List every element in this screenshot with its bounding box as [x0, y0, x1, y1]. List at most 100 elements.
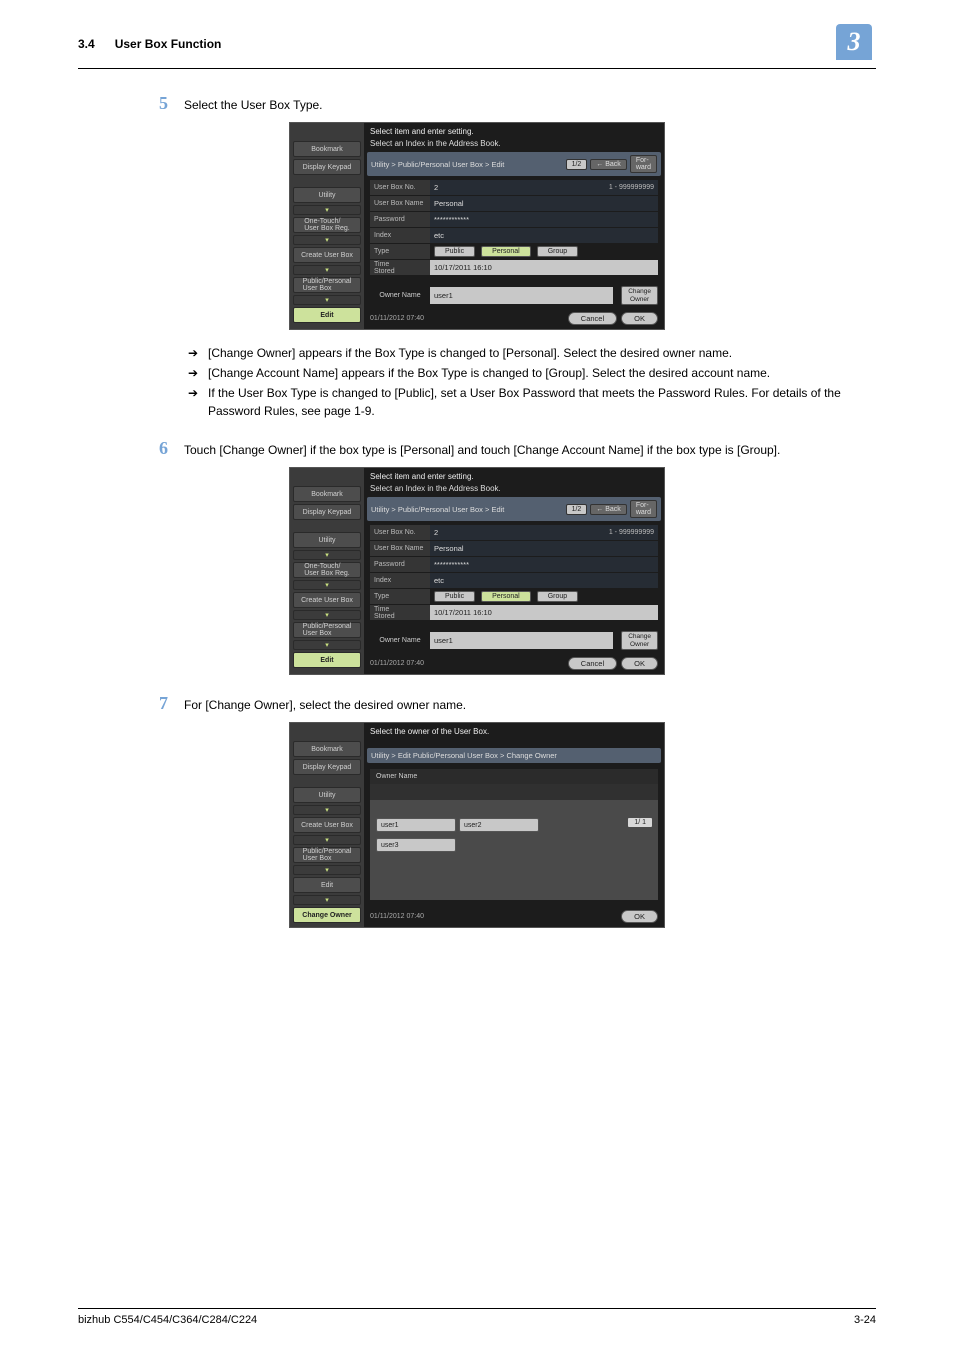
arrow-down-icon: ▾	[293, 550, 361, 560]
cancel-button[interactable]: Cancel	[568, 312, 617, 325]
value-index[interactable]: etc	[430, 228, 658, 243]
arrow-right-icon: ➔	[186, 344, 200, 362]
device-panel-edit-2: Bookmark Display Keypad Utility ▾ One-To…	[289, 467, 665, 675]
value-user-box-no[interactable]: 2 1 - 999999999	[430, 180, 658, 195]
step-text: Touch [Change Owner] if the box type is …	[184, 438, 780, 459]
sidebar-item-create-userbox[interactable]: Create User Box	[293, 592, 361, 608]
sidebar-item-display-keypad[interactable]: Display Keypad	[293, 159, 361, 175]
ok-button[interactable]: OK	[621, 910, 658, 923]
device-panel-edit-1: Bookmark Display Keypad Utility ▾ One-To…	[289, 122, 665, 330]
header-rule	[78, 68, 876, 69]
bullet-item: ➔ [Change Owner] appears if the Box Type…	[186, 344, 876, 362]
step-7: 7 For [Change Owner], select the desired…	[78, 693, 876, 928]
user-button-user3[interactable]: user3	[376, 838, 456, 852]
value-user-box-name[interactable]: Personal	[430, 541, 658, 556]
step-6: 6 Touch [Change Owner] if the box type i…	[78, 438, 876, 675]
panel-sidebar: Bookmark Display Keypad Utility ▾ Create…	[290, 723, 364, 927]
sidebar-item-onetouch[interactable]: One-Touch/ User Box Reg.	[293, 562, 361, 578]
sidebar-item-display-keypad[interactable]: Display Keypad	[293, 504, 361, 520]
forward-button[interactable]: For- ward	[630, 155, 657, 173]
sidebar-item-public-personal[interactable]: Public/Personal User Box	[293, 622, 361, 638]
value-user-box-no[interactable]: 2 1 - 999999999	[430, 525, 658, 540]
user-box-no-value: 2	[434, 528, 438, 537]
user-button-user1[interactable]: user1	[376, 818, 456, 832]
label-index: Index	[370, 228, 430, 243]
sidebar-item-bookmark[interactable]: Bookmark	[293, 141, 361, 157]
sidebar-item-display-keypad[interactable]: Display Keypad	[293, 759, 361, 775]
label-type: Type	[370, 589, 430, 604]
user-page-indicator: 1/ 1	[628, 818, 652, 827]
type-personal-button[interactable]: Personal	[481, 246, 531, 257]
type-group-button[interactable]: Group	[537, 246, 578, 257]
change-owner-button[interactable]: Change Owner	[621, 631, 658, 649]
chapter-number: 3	[836, 24, 872, 60]
arrow-down-icon: ▾	[293, 805, 361, 815]
label-time-stored: Time Stored	[370, 260, 430, 275]
forward-button[interactable]: For- ward	[630, 500, 657, 518]
sidebar-item-create-userbox[interactable]: Create User Box	[293, 817, 361, 833]
row-user-box-name: User Box Name Personal	[370, 541, 658, 556]
row-time-stored: Time Stored 10/17/2011 16:10	[370, 605, 658, 620]
ok-button[interactable]: OK	[621, 312, 658, 325]
row-type: Type Public Personal Group	[370, 244, 658, 259]
cancel-button[interactable]: Cancel	[568, 657, 617, 670]
page-indicator: 1/2	[566, 159, 588, 170]
step5-bullets: ➔ [Change Owner] appears if the Box Type…	[186, 344, 876, 420]
sidebar-item-edit[interactable]: Edit	[293, 307, 361, 323]
arrow-right-icon: ➔	[186, 364, 200, 382]
owner-name-label: Owner Name	[370, 769, 658, 784]
sidebar-item-public-personal[interactable]: Public/Personal User Box	[293, 277, 361, 293]
row-password: Password ************	[370, 557, 658, 572]
ok-button[interactable]: OK	[621, 657, 658, 670]
type-public-button[interactable]: Public	[434, 246, 475, 257]
sidebar-item-bookmark[interactable]: Bookmark	[293, 741, 361, 757]
row-owner: Owner Name user1 Change Owner	[370, 632, 658, 649]
label-user-box-name: User Box Name	[370, 196, 430, 211]
value-password[interactable]: ************	[430, 212, 658, 227]
value-user-box-name[interactable]: Personal	[430, 196, 658, 211]
page-footer: bizhub C554/C454/C364/C284/C224 3-24	[0, 1308, 954, 1326]
panel-body: User Box No. 2 1 - 999999999 User Box Na…	[364, 176, 664, 308]
bullet-item: ➔ If the User Box Type is changed to [Pu…	[186, 384, 876, 420]
back-button[interactable]: ← Back	[590, 504, 627, 515]
sidebar-item-onetouch[interactable]: One-Touch/ User Box Reg.	[293, 217, 361, 233]
chapter-indicator: 3	[836, 24, 876, 64]
arrow-down-icon: ▾	[293, 265, 361, 275]
type-group-button[interactable]: Group	[537, 591, 578, 602]
step-number: 7	[148, 693, 168, 714]
sidebar-item-edit[interactable]: Edit	[293, 652, 361, 668]
step-text: For [Change Owner], select the desired o…	[184, 693, 466, 714]
row-user-box-no: User Box No. 2 1 - 999999999	[370, 525, 658, 540]
row-owner: Owner Name user1 Change Owner	[370, 287, 658, 304]
label-time-stored: Time Stored	[370, 605, 430, 620]
sidebar-item-change-owner[interactable]: Change Owner	[293, 907, 361, 923]
sidebar-item-create-userbox[interactable]: Create User Box	[293, 247, 361, 263]
arrow-down-icon: ▾	[293, 295, 361, 305]
type-personal-button[interactable]: Personal	[481, 591, 531, 602]
panel-footer: 01/11/2012 07:40 Cancel OK	[364, 653, 664, 674]
panel-title: Select item and enter setting.	[364, 123, 664, 138]
panel-main: Select item and enter setting. Select an…	[364, 468, 664, 674]
panel-title: Select item and enter setting.	[364, 468, 664, 483]
panel-subtitle: Select an Index in the Address Book.	[364, 138, 664, 152]
back-button[interactable]: ← Back	[590, 159, 627, 170]
arrow-down-icon: ▾	[293, 835, 361, 845]
label-index: Index	[370, 573, 430, 588]
arrow-down-icon: ▾	[293, 235, 361, 245]
value-index[interactable]: etc	[430, 573, 658, 588]
user-button-user2[interactable]: user2	[459, 818, 539, 832]
sidebar-item-bookmark[interactable]: Bookmark	[293, 486, 361, 502]
value-password[interactable]: ************	[430, 557, 658, 572]
sidebar-item-utility[interactable]: Utility	[293, 787, 361, 803]
sidebar-item-public-personal[interactable]: Public/Personal User Box	[293, 847, 361, 863]
device-panel-change-owner: Bookmark Display Keypad Utility ▾ Create…	[289, 722, 665, 928]
change-owner-button[interactable]: Change Owner	[621, 286, 658, 304]
step-number: 5	[148, 93, 168, 114]
page-number: 3-24	[854, 1314, 876, 1326]
sidebar-item-utility[interactable]: Utility	[293, 187, 361, 203]
row-type: Type Public Personal Group	[370, 589, 658, 604]
type-public-button[interactable]: Public	[434, 591, 475, 602]
row-time-stored: Time Stored 10/17/2011 16:10	[370, 260, 658, 275]
sidebar-item-edit[interactable]: Edit	[293, 877, 361, 893]
sidebar-item-utility[interactable]: Utility	[293, 532, 361, 548]
